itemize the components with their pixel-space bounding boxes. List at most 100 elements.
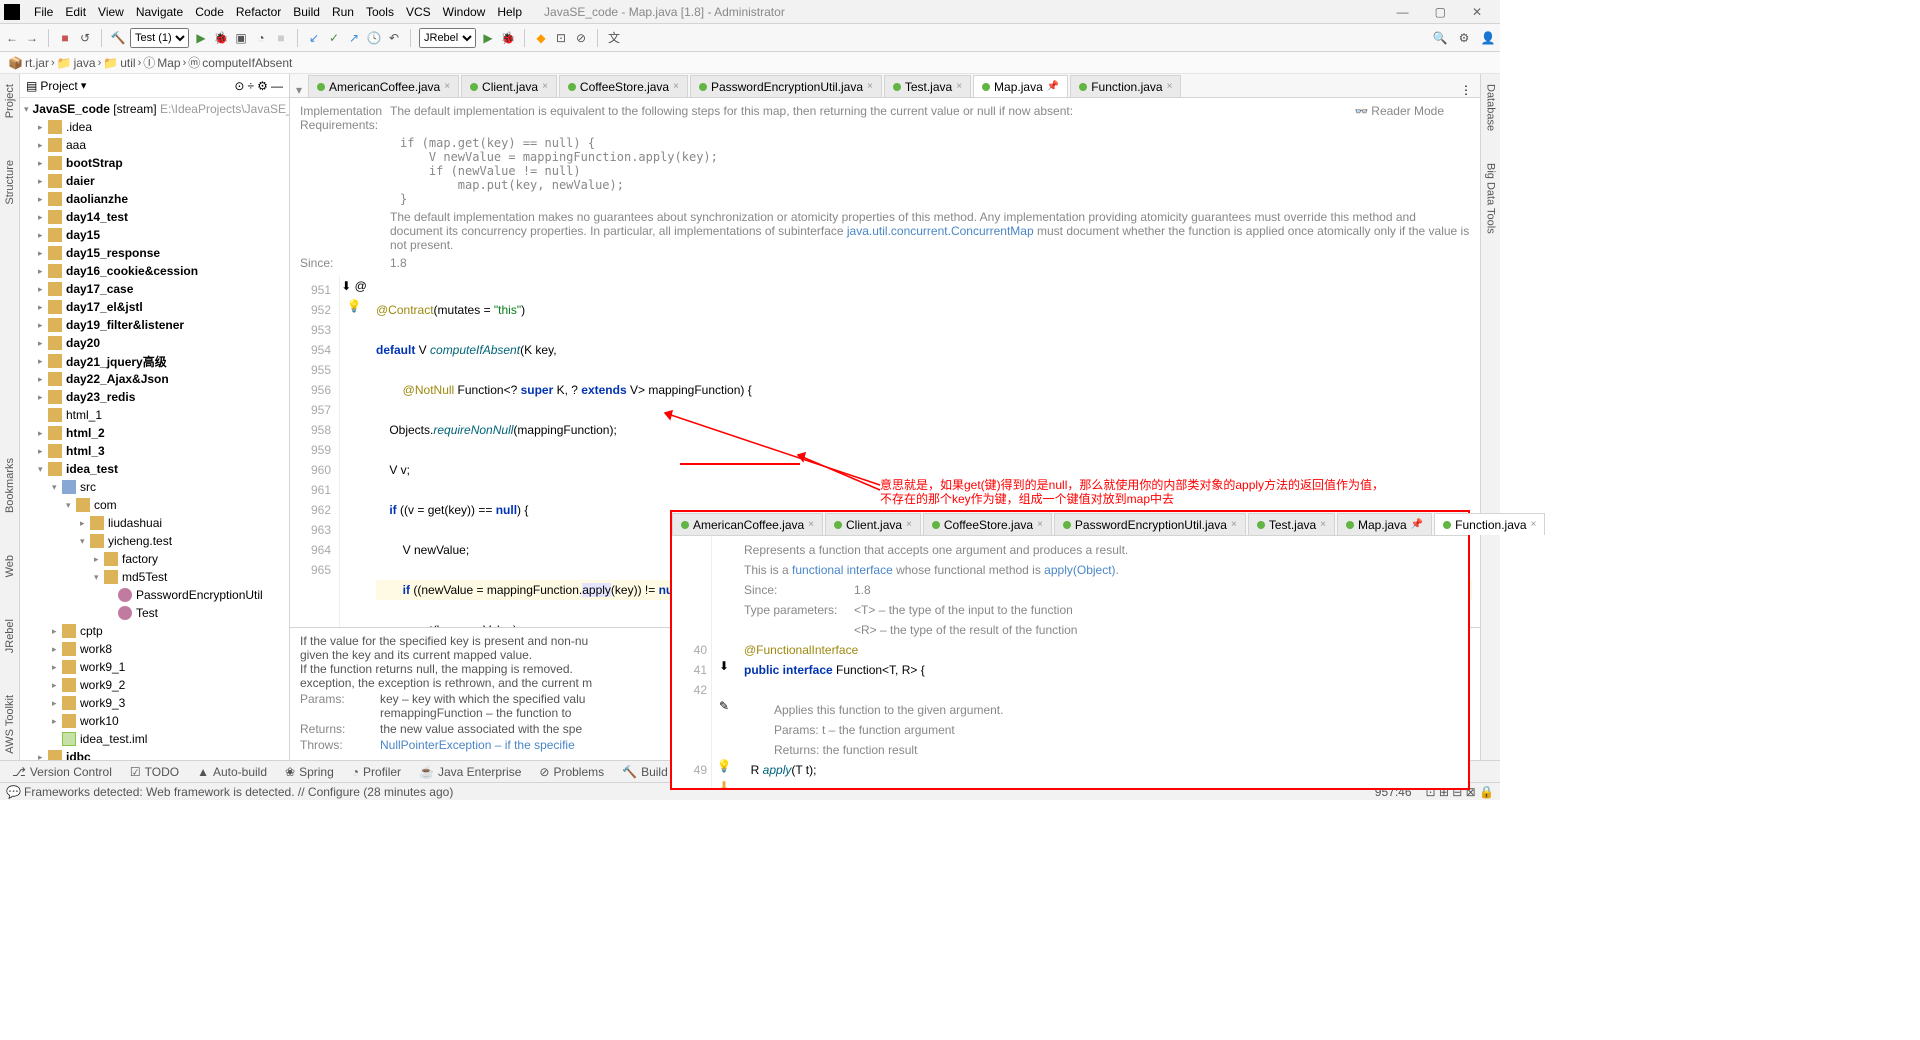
doc-impl-label: Implementation Requirements: xyxy=(300,104,390,132)
btab-spring[interactable]: ❀ Spring xyxy=(277,765,342,779)
menu-edit[interactable]: Edit xyxy=(59,5,92,19)
project-tree[interactable]: ▾JavaSE_code [stream] E:\IdeaProjects\Ja… xyxy=(20,98,289,760)
project-header-label: Project xyxy=(40,79,77,93)
btab-profiler[interactable]: ◔ Profiler xyxy=(344,765,409,779)
btab-build[interactable]: 🔨 Build xyxy=(614,765,676,779)
ptab-test[interactable]: Test.java× xyxy=(1248,513,1335,535)
crumb-util[interactable]: 📁 util xyxy=(103,56,135,70)
btab-jee[interactable]: ☕ Java Enterprise xyxy=(411,765,529,779)
ptab-function[interactable]: Function.java× xyxy=(1434,513,1545,535)
popup-content[interactable]: Represents a function that accepts one a… xyxy=(736,536,1468,788)
project-panel: ▤ Project ▾ ⊙ ÷ ⚙ — ▾JavaSE_code [stream… xyxy=(20,74,290,760)
menu-refactor[interactable]: Refactor xyxy=(230,5,287,19)
btab-todo[interactable]: ☑ TODO xyxy=(122,765,187,779)
tab-passwordenc[interactable]: PasswordEncryptionUtil.java× xyxy=(690,75,882,97)
git-history-icon[interactable]: 🕓 xyxy=(366,30,382,46)
crumb-method[interactable]: ⓜ computeIfAbsent xyxy=(188,54,292,71)
git-commit-icon[interactable]: ✓ xyxy=(326,30,342,46)
menu-file[interactable]: File xyxy=(28,5,59,19)
translate-icon[interactable]: 文 xyxy=(606,30,622,46)
ptab-coffee[interactable]: CoffeeStore.java× xyxy=(923,513,1052,535)
tab-client[interactable]: Client.java× xyxy=(461,75,557,97)
project-collapse-icon[interactable]: ⊙ xyxy=(234,79,244,93)
git-rollback-icon[interactable]: ↶ xyxy=(386,30,402,46)
window-title: JavaSE_code - Map.java [1.8] - Administr… xyxy=(538,5,791,19)
breadcrumb-bar: 📦 rt.jar › 📁 java › 📁 util › Ⓘ Map › ⓜ c… xyxy=(0,52,1500,74)
sync-icon[interactable]: ↺ xyxy=(77,30,93,46)
tabs-more-icon[interactable]: ⋮ xyxy=(1452,83,1480,97)
tool1-icon[interactable]: ⊡ xyxy=(553,30,569,46)
jrebel-select[interactable]: JRebel xyxy=(419,28,476,48)
side-database[interactable]: Database xyxy=(1485,78,1497,137)
jrebel-debug-icon[interactable]: 🐞 xyxy=(500,30,516,46)
tab-map[interactable]: Map.java📌 xyxy=(973,75,1068,97)
avatar-icon[interactable]: 👤 xyxy=(1480,30,1496,46)
crumb-map[interactable]: Ⓘ Map xyxy=(143,54,180,71)
popup-icon-gutter: ⬇ ✎ 💡⬇ xyxy=(712,536,736,788)
side-bigdata[interactable]: Big Data Tools xyxy=(1485,157,1497,240)
popup-editor[interactable]: AmericanCoffee.java× Client.java× Coffee… xyxy=(670,510,1470,790)
menu-run[interactable]: Run xyxy=(326,5,360,19)
btab-problems[interactable]: ⊘ Problems xyxy=(531,765,612,779)
git-update-icon[interactable]: ↙ xyxy=(306,30,322,46)
side-jrebel[interactable]: JRebel xyxy=(4,613,16,659)
tool2-icon[interactable]: ⊘ xyxy=(573,30,589,46)
tab-coffeestore[interactable]: CoffeeStore.java× xyxy=(559,75,688,97)
side-aws[interactable]: AWS Toolkit xyxy=(4,689,16,760)
popup-gutter: 404142 49 xyxy=(672,536,712,788)
run-config-select[interactable]: Test (1) xyxy=(130,28,189,48)
menu-help[interactable]: Help xyxy=(491,5,528,19)
status-message: Frameworks detected: Web framework is de… xyxy=(24,785,453,799)
run-icon[interactable]: ▶ xyxy=(193,30,209,46)
aws-icon[interactable]: ◆ xyxy=(533,30,549,46)
menu-build[interactable]: Build xyxy=(287,5,326,19)
settings-icon[interactable]: ⚙ xyxy=(1456,30,1472,46)
menu-window[interactable]: Window xyxy=(437,5,492,19)
menu-view[interactable]: View xyxy=(92,5,130,19)
ptab-pwd[interactable]: PasswordEncryptionUtil.java× xyxy=(1054,513,1246,535)
tab-test[interactable]: Test.java× xyxy=(884,75,971,97)
jrebel-run-icon[interactable]: ▶ xyxy=(480,30,496,46)
doc-impl2: The default implementation makes no guar… xyxy=(390,210,1470,252)
stop-icon[interactable]: ■ xyxy=(57,30,73,46)
close-icon[interactable]: ✕ xyxy=(1466,5,1488,19)
ptab-map[interactable]: Map.java📌 xyxy=(1337,513,1432,535)
doc-since: 1.8 xyxy=(390,256,407,270)
btab-vcs[interactable]: ⎇ Version Control xyxy=(4,765,120,779)
reader-mode-badge[interactable]: 👓 Reader Mode xyxy=(1349,102,1450,120)
menu-code[interactable]: Code xyxy=(189,5,230,19)
side-web[interactable]: Web xyxy=(4,549,16,583)
right-tool-strip: Database Big Data Tools xyxy=(1480,74,1500,760)
crumb-java[interactable]: 📁 java xyxy=(57,56,96,70)
tabs-dropdown-icon[interactable]: ▾ xyxy=(290,83,308,97)
git-push-icon[interactable]: ↗ xyxy=(346,30,362,46)
tab-americancoffee[interactable]: AmericanCoffee.java× xyxy=(308,75,459,97)
profile-icon[interactable]: ◔ xyxy=(253,30,269,46)
btab-autobuild[interactable]: ▲ Auto-build xyxy=(189,765,275,779)
nav-back-icon[interactable]: ← xyxy=(4,30,20,46)
status-notify-icon[interactable]: 💬 xyxy=(6,785,21,799)
ptab-client[interactable]: Client.java× xyxy=(825,513,921,535)
hammer-icon[interactable]: 🔨 xyxy=(110,30,126,46)
project-settings-icon[interactable]: ⚙ xyxy=(257,79,268,93)
search-icon[interactable]: 🔍 xyxy=(1432,30,1448,46)
maximize-icon[interactable]: ▢ xyxy=(1429,5,1452,19)
toolbar: ← → ■ ↺ 🔨 Test (1) ▶ 🐞 ▣ ◔ ■ ↙ ✓ ↗ 🕓 ↶ J… xyxy=(0,24,1500,52)
menu-navigate[interactable]: Navigate xyxy=(130,5,189,19)
ptab-american[interactable]: AmericanCoffee.java× xyxy=(672,513,823,535)
tab-function[interactable]: Function.java× xyxy=(1070,75,1181,97)
icon-gutter: ⬇ @💡 xyxy=(340,276,368,627)
project-select-icon[interactable]: ÷ xyxy=(248,79,255,93)
side-project[interactable]: Project xyxy=(4,78,16,124)
crumb-rtjar[interactable]: 📦 rt.jar xyxy=(8,56,49,70)
coverage-icon[interactable]: ▣ xyxy=(233,30,249,46)
menu-vcs[interactable]: VCS xyxy=(400,5,437,19)
side-structure[interactable]: Structure xyxy=(4,154,16,211)
project-hide-icon[interactable]: — xyxy=(271,79,283,93)
menu-tools[interactable]: Tools xyxy=(360,5,400,19)
debug-icon[interactable]: 🐞 xyxy=(213,30,229,46)
minimize-icon[interactable]: — xyxy=(1391,5,1415,19)
nav-forward-icon[interactable]: → xyxy=(24,30,40,46)
stop2-icon[interactable]: ■ xyxy=(273,30,289,46)
side-bookmarks[interactable]: Bookmarks xyxy=(4,452,16,519)
